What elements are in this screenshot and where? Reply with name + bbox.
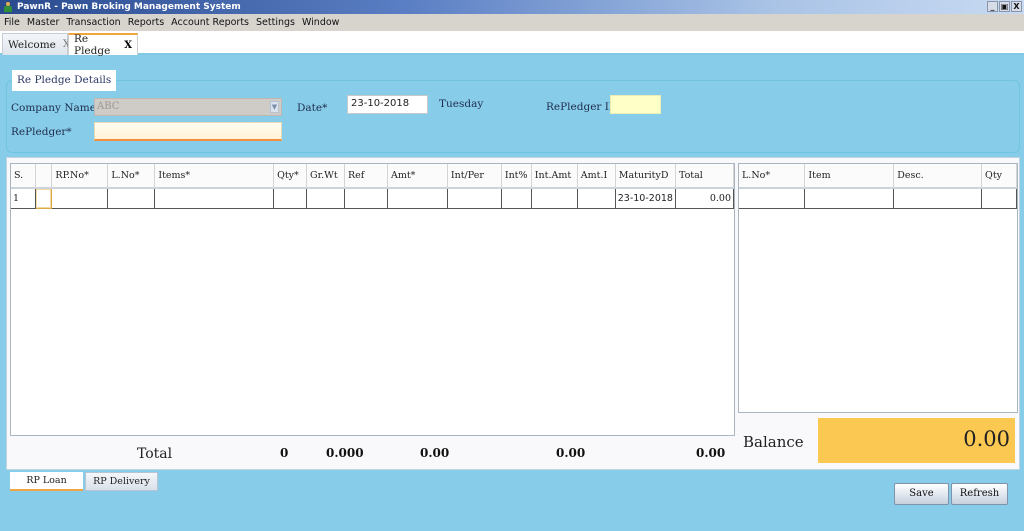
col-qty[interactable]: Qty (981, 164, 1017, 189)
day-of-week: Tuesday (439, 98, 484, 110)
item-details-grid[interactable]: L.No* Item Desc. Qty (738, 163, 1018, 413)
total-qty: 0 (280, 446, 289, 460)
cell-l-no[interactable] (107, 188, 156, 209)
cell-item[interactable] (804, 188, 895, 209)
date-label: Date* (297, 102, 328, 114)
cell-amt-i[interactable] (577, 188, 616, 209)
cell-int-per[interactable] (447, 188, 502, 209)
repledger-id-label: RePledger ID (546, 101, 618, 113)
col-int-per[interactable]: Int/Per (447, 164, 502, 189)
tab-welcome[interactable]: Welcome X (2, 33, 70, 55)
cell-int-amt[interactable] (531, 188, 578, 209)
cell-rp-no[interactable] (51, 188, 109, 209)
tab-rp-loan[interactable]: RP Loan (10, 472, 83, 491)
total-amount: 0.00 (696, 446, 726, 460)
refresh-button[interactable]: Refresh (951, 483, 1008, 505)
col-item[interactable]: Item (804, 164, 895, 189)
save-button[interactable]: Save (894, 483, 949, 505)
menu-bar: File Master Transaction Reports Account … (0, 14, 1024, 31)
close-tab-icon[interactable]: X (124, 40, 132, 51)
cell-select[interactable] (35, 187, 53, 209)
grid-header-row: L.No* Item Desc. Qty (739, 164, 1017, 189)
col-int-amt[interactable]: Int.Amt (531, 164, 578, 189)
section-title: Re Pledge Details (12, 70, 116, 91)
cell-total[interactable]: 0.00 (675, 188, 735, 209)
close-button[interactable]: X (1011, 1, 1022, 12)
menu-reports[interactable]: Reports (128, 17, 164, 28)
col-l-no[interactable]: L.No* (107, 164, 156, 189)
window-title-bar[interactable]: PawnR - Pawn Broking Management System _… (0, 0, 1024, 14)
cell-ref[interactable] (344, 188, 388, 209)
grid-header-row: S. RP.No* L.No* Items* Qty* Gr.Wt Ref Am… (11, 164, 735, 189)
restore-button[interactable]: ▣ (999, 1, 1010, 12)
total-label: Total (137, 446, 173, 462)
re-pledge-details-panel (6, 80, 1020, 153)
cell-amt[interactable] (387, 188, 448, 209)
cell-desc[interactable] (893, 188, 983, 209)
col-amt-i[interactable]: Amt.I (577, 164, 616, 189)
menu-file[interactable]: File (4, 17, 20, 28)
repledger-id-field[interactable] (610, 95, 661, 114)
total-gr-wt: 0.000 (326, 446, 364, 460)
menu-transaction[interactable]: Transaction (66, 17, 120, 28)
col-serial[interactable]: S. (11, 164, 37, 189)
cell-gr-wt[interactable] (306, 188, 346, 209)
pledge-items-grid[interactable]: S. RP.No* L.No* Items* Qty* Gr.Wt Ref Am… (10, 163, 735, 436)
window-title: PawnR - Pawn Broking Management System (17, 2, 241, 12)
repledger-label: RePledger* (11, 126, 72, 138)
col-int-percent[interactable]: Int% (501, 164, 532, 189)
cell-l-no[interactable] (739, 188, 806, 209)
tab-welcome-label: Welcome (8, 38, 56, 51)
minimize-button[interactable]: _ (987, 1, 998, 12)
cell-qty[interactable] (981, 188, 1017, 209)
window-controls: _ ▣ X (987, 1, 1022, 12)
col-desc[interactable]: Desc. (893, 164, 983, 189)
tab-re-pledge[interactable]: Re Pledge X (68, 33, 138, 57)
menu-account-reports[interactable]: Account Reports (171, 17, 249, 28)
chevron-down-icon[interactable]: ▼ (270, 101, 279, 113)
cell-maturity-date[interactable]: 23-10-2018 (615, 188, 676, 209)
company-name-select[interactable]: ABC ▼ (94, 98, 282, 116)
col-total[interactable]: Total (675, 164, 735, 189)
balance-value: 0.00 (818, 418, 1015, 463)
tab-rp-delivery[interactable]: RP Delivery (85, 472, 158, 491)
balance-label: Balance (743, 433, 804, 451)
col-items[interactable]: Items* (154, 164, 275, 189)
col-select[interactable] (35, 164, 53, 189)
company-name-label: Company Name* (11, 102, 102, 114)
table-row (739, 188, 1017, 209)
document-tab-strip: Welcome X Re Pledge X (0, 31, 1024, 57)
table-row: 1 23-10-2018 0.00 (11, 187, 735, 209)
col-amt[interactable]: Amt* (387, 164, 448, 189)
repledger-input[interactable] (94, 122, 282, 141)
tab-re-pledge-label: Re Pledge (74, 33, 111, 57)
date-field[interactable]: 23-10-2018 (347, 95, 428, 114)
menu-window[interactable]: Window (302, 17, 339, 28)
menu-master[interactable]: Master (27, 17, 59, 28)
cell-qty[interactable] (273, 188, 308, 209)
col-qty[interactable]: Qty* (273, 164, 308, 189)
col-maturity-date[interactable]: MaturityD (615, 164, 676, 189)
col-gr-wt[interactable]: Gr.Wt (306, 164, 346, 189)
menu-settings[interactable]: Settings (256, 17, 295, 28)
cell-items[interactable] (154, 188, 275, 209)
col-ref[interactable]: Ref (344, 164, 388, 189)
company-name-value: ABC (97, 101, 120, 112)
col-rp-no[interactable]: RP.No* (51, 164, 109, 189)
cell-serial[interactable]: 1 (11, 188, 37, 209)
cell-int-percent[interactable] (501, 188, 532, 209)
total-amt: 0.00 (420, 446, 450, 460)
total-int-amt: 0.00 (556, 446, 586, 460)
app-icon (3, 1, 13, 13)
col-l-no[interactable]: L.No* (739, 164, 806, 189)
